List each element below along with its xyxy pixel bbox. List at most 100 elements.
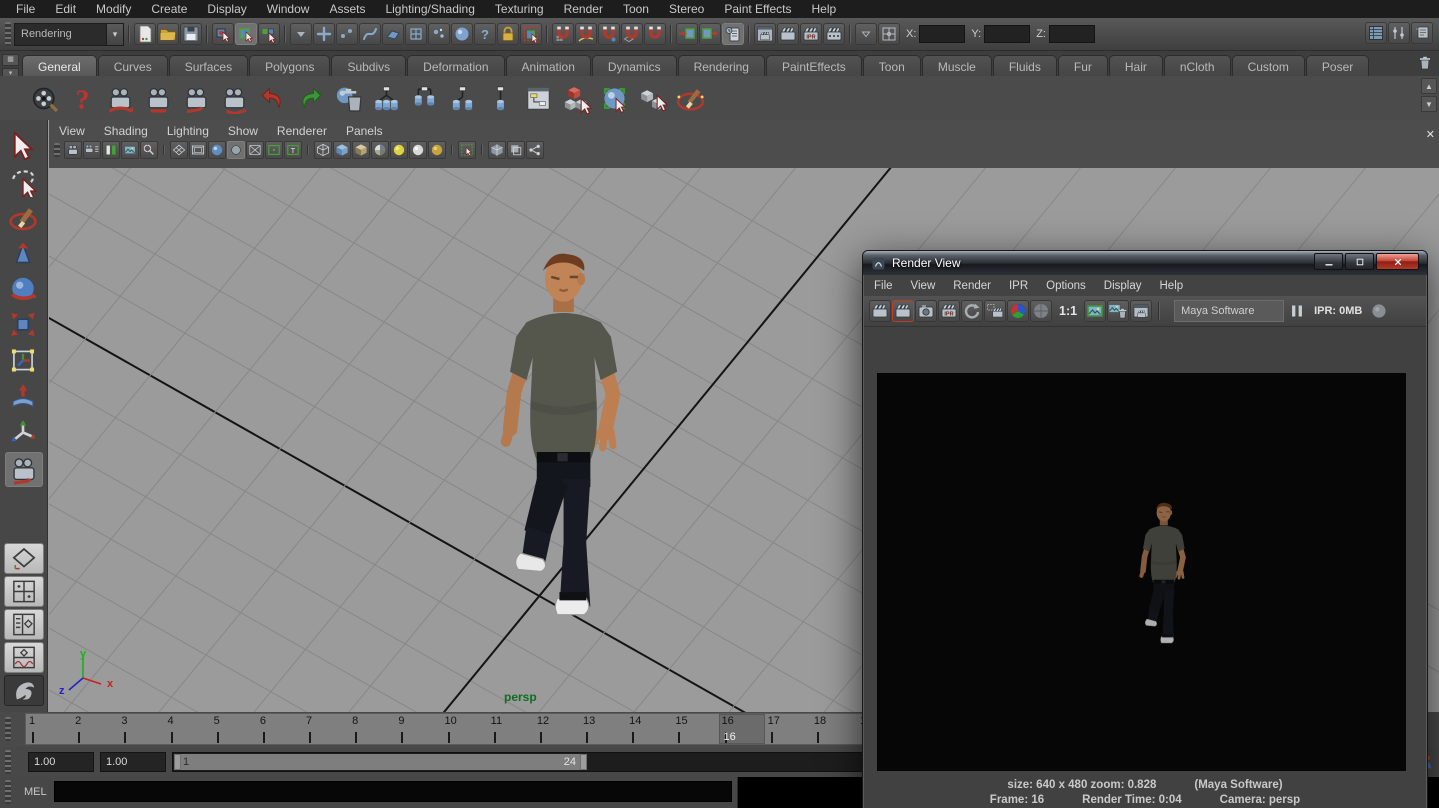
absolute-transform-icon[interactable] (878, 23, 900, 45)
make-live-icon[interactable] (644, 23, 666, 45)
textured-icon[interactable] (352, 141, 370, 159)
menu-lighting-shading[interactable]: Lighting/Shading (375, 2, 484, 16)
scale-tool[interactable] (5, 308, 41, 341)
panel-close-icon[interactable]: ✕ (1426, 128, 1435, 141)
use-all-lights-icon[interactable] (371, 141, 389, 159)
maximize-button[interactable] (1345, 253, 1374, 270)
shelf-tab-animation[interactable]: Animation (506, 55, 591, 77)
highlight-selection-icon[interactable] (520, 23, 542, 45)
range-start-handle[interactable] (174, 754, 181, 770)
pause-ipr-icon[interactable] (1286, 300, 1308, 322)
hypergraph-connections-icon[interactable] (485, 83, 516, 114)
shelf-tab-custom[interactable]: Custom (1232, 55, 1305, 77)
timeline-frame-16[interactable]: 1616 (719, 714, 765, 744)
custom-layout[interactable] (4, 675, 44, 706)
toolbar-drag-handle[interactable] (5, 22, 11, 46)
select-tool[interactable] (5, 128, 41, 161)
grid-toggle-icon[interactable] (170, 141, 188, 159)
soft-modification-tool[interactable] (5, 380, 41, 413)
z-coordinate-input[interactable] (1049, 25, 1095, 43)
tool-settings-toggle-icon[interactable] (1388, 22, 1410, 44)
shelf-tab-toggle-icon[interactable]: ▦ (2, 54, 19, 66)
ipr-render-icon[interactable]: IPR (800, 23, 822, 45)
delete-unused-icon[interactable] (333, 83, 364, 114)
character-model[interactable] (456, 244, 667, 656)
rendered-image[interactable] (877, 373, 1406, 771)
shelf-tab-general[interactable]: General (22, 55, 97, 77)
shelf-tab-painteffects[interactable]: PaintEffects (766, 55, 862, 77)
playback-start-field[interactable]: 1.00 (100, 752, 166, 772)
menu-window[interactable]: Window (257, 2, 320, 16)
render-view-menu-options[interactable]: Options (1046, 280, 1086, 292)
alpha-channel-icon[interactable] (1030, 300, 1052, 322)
mask-curves-icon[interactable] (359, 23, 381, 45)
shelf-tab-poser[interactable]: Poser (1306, 55, 1369, 77)
isolate-select-icon[interactable] (458, 141, 476, 159)
range-drag-handle[interactable] (5, 750, 11, 774)
mel-label[interactable]: MEL (24, 786, 47, 798)
safe-action-icon[interactable] (265, 141, 283, 159)
ambient-light-icon[interactable] (409, 141, 427, 159)
panel-menu-show[interactable]: Show (228, 124, 258, 138)
select-object-icon[interactable] (235, 23, 257, 45)
select-component-icon[interactable] (258, 23, 280, 45)
help-line-icon[interactable]: ? (67, 83, 98, 114)
undo-icon[interactable] (257, 83, 288, 114)
render-icon[interactable] (869, 300, 891, 322)
close-button[interactable] (1376, 253, 1419, 270)
orbit-camera-icon[interactable] (105, 83, 136, 114)
single-pane-layout[interactable] (4, 543, 44, 574)
remove-image-icon[interactable] (1107, 300, 1129, 322)
timeline-frame-17[interactable]: 17 (765, 714, 811, 744)
timeline-frame-11[interactable]: 11 (488, 714, 534, 744)
input-connection-icon[interactable] (676, 23, 698, 45)
mask-all-icon[interactable] (313, 23, 335, 45)
timeline-drag-handle[interactable] (5, 717, 11, 741)
shelf-tab-polygons[interactable]: Polygons (249, 55, 330, 77)
timeline-frame-2[interactable]: 2 (72, 714, 118, 744)
menu-display[interactable]: Display (197, 2, 256, 16)
render-view-menu-render[interactable]: Render (953, 280, 991, 292)
playblast-icon[interactable] (29, 83, 60, 114)
command-line-drag-handle[interactable] (5, 780, 11, 804)
menu-toon[interactable]: Toon (613, 2, 659, 16)
render-view-menu-ipr[interactable]: IPR (1009, 280, 1028, 292)
menuset-dropdown[interactable]: Rendering ▾ (14, 23, 124, 46)
pan-zoom-icon[interactable] (140, 141, 158, 159)
menu-paint-effects[interactable]: Paint Effects (714, 2, 801, 16)
show-manipulator-tool[interactable] (5, 416, 41, 449)
open-scene-icon[interactable] (157, 23, 179, 45)
timeline-frame-3[interactable]: 3 (118, 714, 164, 744)
timeline-frame-6[interactable]: 6 (257, 714, 303, 744)
panel-menu-shading[interactable]: Shading (104, 124, 148, 138)
universal-manipulator-tool[interactable] (5, 344, 41, 377)
shelf-tab-muscle[interactable]: Muscle (922, 55, 992, 77)
dolly-camera-icon[interactable] (181, 83, 212, 114)
range-slider-bar[interactable]: 1 24 (174, 754, 587, 770)
panel-menu-panels[interactable]: Panels (346, 124, 383, 138)
keep-image-icon[interactable] (1084, 300, 1106, 322)
gate-mask-icon[interactable] (227, 141, 245, 159)
rotate-tool[interactable] (5, 272, 41, 305)
schematic-view-icon[interactable] (523, 83, 554, 114)
menu-edit[interactable]: Edit (45, 2, 86, 16)
timeline-frame-14[interactable]: 14 (626, 714, 672, 744)
render-view-menu-display[interactable]: Display (1104, 280, 1142, 292)
shelf-tab-fluids[interactable]: Fluids (993, 55, 1057, 77)
pane-camera-icon[interactable] (64, 141, 82, 159)
select-hierarchy-icon[interactable] (212, 23, 234, 45)
hypergraph-scene-icon[interactable] (371, 83, 402, 114)
mask-deformations-icon[interactable] (405, 23, 427, 45)
safe-title-icon[interactable]: T (284, 141, 302, 159)
four-pane-layout[interactable] (4, 576, 44, 607)
ungroup-objects-icon[interactable] (637, 83, 668, 114)
paint-selection-tool[interactable] (5, 200, 41, 233)
snap-point-icon[interactable] (598, 23, 620, 45)
mask-misc-icon[interactable]: ? (474, 23, 496, 45)
camera-settings-icon[interactable] (83, 141, 101, 159)
outliner-persp-layout[interactable] (4, 609, 44, 640)
timeline-frame-4[interactable]: 4 (165, 714, 211, 744)
new-scene-icon[interactable] (134, 23, 156, 45)
shelf-tab-hair[interactable]: Hair (1109, 55, 1163, 77)
menu-modify[interactable]: Modify (86, 2, 141, 16)
